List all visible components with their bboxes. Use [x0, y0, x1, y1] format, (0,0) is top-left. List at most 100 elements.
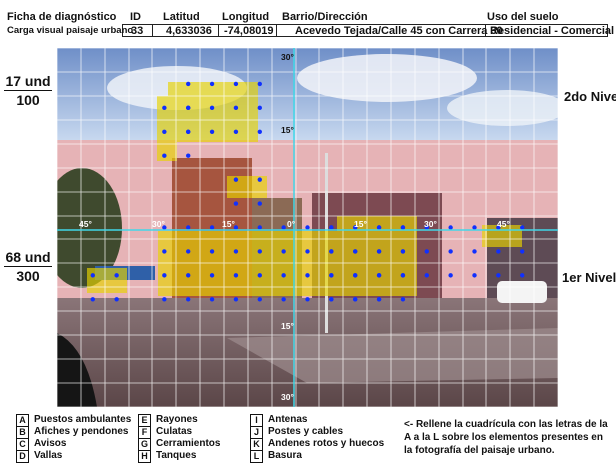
element-dot [281, 273, 286, 278]
element-dot [186, 225, 191, 230]
legend-label: Puestos ambulantes [34, 414, 132, 425]
element-dot [353, 249, 358, 254]
element-dot [281, 225, 286, 230]
level-lower: 1er Nivel [562, 270, 616, 285]
upper-fraction-num: 17 und [4, 73, 52, 91]
element-dot [400, 273, 406, 278]
angle-v15bot: 15° [281, 321, 294, 331]
element-dot [186, 297, 191, 302]
element-dot [376, 249, 382, 254]
value-id: 33 [131, 25, 144, 37]
element-dot [257, 273, 262, 278]
legend-label: Rayones [156, 414, 198, 425]
element-dot [257, 177, 262, 182]
element-dot [209, 81, 215, 87]
legend-label: Tanques [156, 450, 197, 461]
element-dot [305, 249, 310, 254]
element-dot [162, 129, 167, 134]
element-dot [448, 249, 453, 254]
legend-item-k: K Andenes rotos y huecos [250, 438, 384, 451]
instructions: <- Rellene la cuadrícula con las letras … [404, 419, 608, 456]
element-dot [209, 129, 215, 134]
header-sep [152, 24, 153, 37]
angle-h0: 0° [287, 219, 296, 229]
element-dot [233, 129, 239, 134]
element-dot [376, 297, 382, 302]
cloud [297, 54, 477, 102]
element-dot [90, 273, 95, 278]
element-dot [257, 297, 262, 302]
angle-h45l: 45° [79, 219, 92, 229]
element-dot [257, 105, 262, 111]
label-barrio: Barrio/Dirección [282, 11, 368, 23]
element-dot [281, 249, 286, 254]
legend-label: Antenas [268, 414, 308, 425]
element-dot [400, 225, 406, 230]
element-dot [257, 225, 262, 230]
element-dot [496, 249, 501, 254]
angle-h45r: 45° [497, 219, 510, 229]
label-latitud: Latitud [163, 11, 200, 23]
label-longitud: Longitud [222, 11, 270, 23]
element-dot [114, 297, 119, 302]
element-dot [329, 273, 334, 278]
element-dot [305, 297, 310, 302]
header-sep [276, 24, 277, 37]
element-dot [400, 249, 406, 254]
legend-label: Postes y cables [268, 426, 344, 437]
header-sep [218, 24, 219, 37]
element-dot [520, 225, 525, 230]
element-dot [257, 81, 262, 87]
element-dot [162, 297, 167, 302]
legend-item-e: E Rayones [138, 414, 198, 427]
element-dot [233, 249, 239, 254]
element-dot [424, 249, 429, 254]
element-dot [186, 129, 191, 134]
legend-key: L [250, 450, 263, 463]
angle-h15l: 15° [222, 219, 235, 229]
element-dot [186, 249, 191, 254]
upper-fraction-den: 100 [16, 92, 40, 108]
legend-label: Cerramientos [156, 438, 221, 449]
legend-item-a: A Puestos ambulantes [16, 414, 132, 427]
label-id: ID [130, 11, 141, 23]
element-dot [162, 153, 167, 158]
value-latitud: 4,633036 [166, 25, 212, 37]
legend-key: D [16, 450, 29, 463]
element-dot [233, 273, 239, 278]
angle-v30bot: 30° [281, 392, 294, 402]
highlight-tienda [87, 268, 127, 293]
element-dot [186, 105, 191, 111]
element-dot [376, 273, 382, 278]
element-dot [472, 249, 477, 254]
element-dot [472, 225, 477, 230]
element-dot [162, 249, 167, 254]
element-dot [257, 249, 262, 254]
angle-v15top: 15° [281, 125, 294, 135]
value-longitud: -74,08019 [224, 25, 274, 37]
element-dot [496, 273, 501, 278]
legend-item-b: B Afiches y pendones [16, 426, 129, 439]
lower-fraction-num: 68 und [4, 249, 52, 267]
angle-h15r: 15° [354, 219, 367, 229]
element-dot [448, 273, 453, 278]
element-dot [90, 297, 95, 302]
legend-item-g: G Cerramientos [138, 438, 221, 451]
element-dot [233, 201, 239, 206]
element-dot [233, 105, 239, 111]
element-dot [305, 273, 310, 278]
element-dot [472, 273, 477, 278]
value-uso: Residencial - Comercial [490, 25, 615, 37]
legend-item-j: J Postes y cables [250, 426, 344, 439]
element-dot [209, 105, 215, 111]
legend-item-l: L Basura [250, 450, 302, 463]
element-dot [114, 273, 119, 278]
legend-label: Culatas [156, 426, 193, 437]
legend-label: Afiches y pendones [34, 426, 129, 437]
element-dot [233, 81, 239, 87]
value-barrio: Acevedo Tejada/Calle 45 con Carrera 30 [295, 25, 503, 37]
legend-item-d: D Vallas [16, 450, 62, 463]
legend-label: Basura [268, 450, 302, 461]
element-dot [353, 297, 358, 302]
level-upper: 2do Nivel [564, 89, 616, 104]
